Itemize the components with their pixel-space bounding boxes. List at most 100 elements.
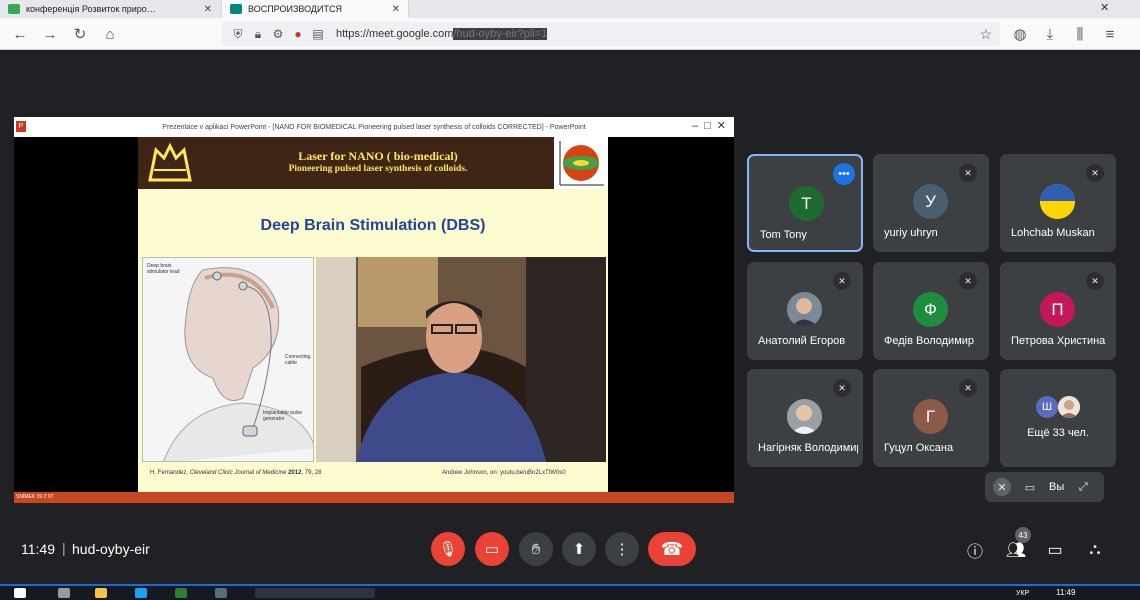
avatar: У [913, 184, 948, 219]
browser-tab-bar: конференція Розвиток приро… ✕ ВОСПРОИЗВО… [0, 0, 1140, 18]
raise-hand-button[interactable]: ✋︎ [519, 532, 553, 566]
search-icon[interactable] [58, 588, 70, 598]
present-screen-button[interactable]: ⬆ [562, 532, 596, 566]
slide-header: Laser for NANO ( bio-medical) Pioneering… [138, 137, 608, 189]
participant-name: Гуцул Оксана [884, 442, 954, 454]
presentation-window[interactable]: P Prezentace v aplikaci PowerPoint - [NA… [14, 117, 734, 503]
video-credit: Andrew Johnson, on: youtu.be/uBn2LxTtW0s… [442, 470, 566, 476]
mic-toggle-button[interactable]: 🎙︎ [431, 532, 465, 566]
participant-tile[interactable]: Lohchab Muskan ✕ [1000, 154, 1116, 252]
window-close-icon[interactable]: ✕ [1100, 1, 1109, 14]
people-icon: 👥︎ [1005, 542, 1027, 559]
explorer-icon[interactable] [95, 588, 107, 598]
participant-name: Нагірняк Володимир [758, 442, 858, 454]
avatar [787, 399, 822, 434]
tab-close-icon[interactable]: ✕ [392, 4, 400, 15]
university-lion-logo-icon [148, 142, 192, 182]
page-icon[interactable]: ▤ [308, 27, 328, 41]
participant-name: Федів Володимир [884, 335, 975, 347]
phone-hangup-icon: ☎︎ [660, 538, 684, 559]
ukraine-flag-avatar-icon [1040, 184, 1075, 219]
mic-off-icon: 🎙︎ [438, 541, 458, 558]
microphone-icon[interactable]: ● [288, 27, 308, 41]
camera-toggle-button[interactable]: ▭ [475, 532, 509, 566]
slide-counter: SNÍMEK 39 Z 97 [16, 494, 54, 500]
downloads-icon[interactable]: ⤓ [1040, 24, 1060, 44]
mic-off-icon[interactable]: ✕ [993, 478, 1011, 496]
back-icon[interactable]: ← [10, 24, 30, 44]
camera-off-icon[interactable]: ▭ [1021, 478, 1039, 496]
permissions-icon[interactable]: ⚙ [268, 27, 288, 41]
reload-icon[interactable]: ↻ [70, 24, 90, 44]
url-text[interactable]: https://meet.google.com/hud-oyby-eir?pli… [336, 28, 548, 40]
forward-icon[interactable]: → [40, 24, 60, 44]
shield-icon[interactable]: ⛨ [228, 27, 248, 42]
slide-title: Deep Brain Stimulation (DBS) [260, 217, 486, 234]
tray-language[interactable]: УКР [1016, 590, 1029, 597]
mic-off-icon: ✕ [959, 272, 977, 290]
participant-tile[interactable]: Ф Федів Володимир ✕ [873, 262, 989, 360]
active-app-button[interactable] [255, 588, 375, 598]
mic-off-icon: ✕ [833, 379, 851, 397]
avatar [1040, 184, 1075, 219]
app-icon[interactable] [175, 588, 187, 598]
participant-tile[interactable]: Анатолий Егоров ✕ [747, 262, 863, 360]
menu-icon[interactable]: ≡ [1100, 24, 1120, 44]
self-name: Вы [1049, 481, 1065, 493]
browser-tab-meet[interactable]: ВОСПРОИЗВОДИТСЯ ✕ [222, 0, 408, 18]
bookmark-star-icon[interactable]: ☆ [979, 26, 992, 43]
app-icon[interactable] [135, 588, 147, 598]
dbs-illustration: Deep brain stimulator lead Connecting ca… [142, 257, 314, 462]
photo-avatar-icon [1058, 396, 1080, 418]
ppt-window-controls[interactable]: –□✕ [692, 119, 732, 132]
presenter-video [316, 257, 606, 462]
slide-header-line1: Laser for NANO ( bio-medical) [298, 149, 458, 163]
chat-button[interactable]: ▭ [1043, 538, 1067, 562]
tab-close-icon[interactable]: ✕ [204, 4, 212, 15]
meeting-info-button[interactable]: ⓘ [963, 538, 987, 562]
app-icon[interactable] [215, 588, 227, 598]
browser-tab-conference[interactable]: конференція Розвиток приро… ✕ [0, 0, 220, 18]
mic-off-icon: ✕ [1086, 164, 1104, 182]
participant-tile[interactable]: T Tom Tony ••• [747, 154, 863, 252]
present-icon: ⬆ [572, 541, 586, 558]
label-cable: Connecting cable [285, 354, 311, 366]
more-vert-icon: ⋮ [614, 541, 630, 558]
address-bar[interactable]: ⛨ 🔒︎ ⚙ ● ▤ https://meet.google.com/hud-o… [222, 22, 1000, 46]
more-participants-label: Ещё 33 чел. [1027, 427, 1089, 439]
info-icon: ⓘ [966, 544, 983, 561]
ppt-window-title: Prezentace v aplikaci PowerPoint - [NANO… [162, 123, 586, 131]
photo-avatar-icon [787, 399, 822, 434]
avatar: Ф [913, 292, 948, 327]
photo-avatar-icon [787, 292, 822, 327]
more-options-button[interactable]: ⋮ [605, 532, 639, 566]
home-icon[interactable]: ⌂ [100, 24, 120, 44]
self-view-pill[interactable]: ✕ ▭ Вы ⤢ [985, 472, 1104, 502]
windows-start-icon[interactable] [14, 588, 26, 598]
activities-button[interactable]: ⛬ [1083, 538, 1107, 562]
slide-header-line2: Pioneering pulsed laser synthesis of col… [288, 164, 468, 174]
expand-icon[interactable]: ⤢ [1074, 478, 1092, 496]
tab-title: конференція Розвиток приро… [26, 4, 156, 14]
globe-icon[interactable]: ◍ [1010, 24, 1030, 44]
participant-tile[interactable]: Г Гуцул Оксана ✕ [873, 369, 989, 467]
avatar: П [1040, 292, 1075, 327]
label-generator: Implantable pulse generator [263, 410, 303, 422]
meet-favicon-icon [230, 4, 242, 14]
participant-tile[interactable]: П Петрова Христина ✕ [1000, 262, 1116, 360]
avatar: Ш [1036, 396, 1058, 418]
participant-count-badge: 43 [1015, 527, 1031, 543]
participant-tile[interactable]: Нагірняк Володимир ✕ [747, 369, 863, 467]
tab-title: ВОСПРОИЗВОДИТСЯ [248, 4, 342, 14]
ppt-status-bar: SNÍMEK 39 Z 97 [14, 492, 734, 503]
lock-icon[interactable]: 🔒︎ [248, 27, 268, 42]
meeting-code: hud-oyby-eir [72, 541, 150, 557]
participant-tile[interactable]: У yuriy uhryn ✕ [873, 154, 989, 252]
more-options-icon[interactable]: ••• [833, 163, 855, 185]
mic-off-icon: ✕ [833, 272, 851, 290]
more-participants-tile[interactable]: Ш Ещё 33 чел. [1000, 369, 1116, 467]
browser-nav-bar: ← → ↻ ⌂ ⛨ 🔒︎ ⚙ ● ▤ https://meet.google.c… [0, 18, 1140, 50]
tray-clock[interactable]: 11:49 [1056, 588, 1075, 597]
end-call-button[interactable]: ☎︎ [648, 532, 696, 566]
library-icon[interactable]: ⫼ [1070, 24, 1090, 44]
